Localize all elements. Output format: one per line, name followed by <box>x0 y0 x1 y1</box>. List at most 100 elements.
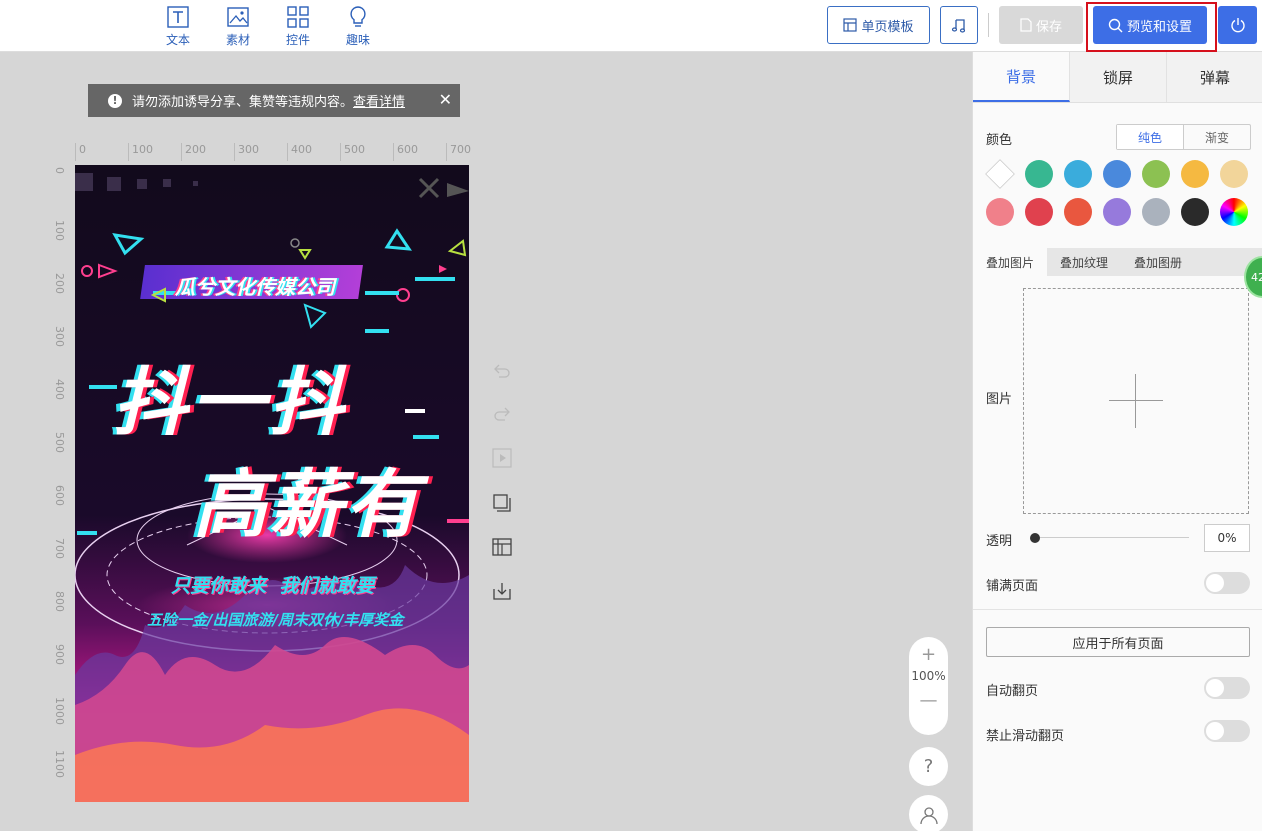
fun-tool-button[interactable]: 趣味 <box>338 6 378 48</box>
redo-button[interactable] <box>491 403 513 425</box>
image-icon <box>227 7 249 27</box>
fun-tool-label: 趣味 <box>345 33 370 47</box>
swatch-sky[interactable] <box>1064 160 1092 188</box>
ruler-tick: 300 <box>53 326 66 347</box>
text-tool-label: 文本 <box>165 33 190 47</box>
panel-divider <box>973 609 1262 610</box>
opacity-value-input[interactable]: 0% <box>1204 524 1250 552</box>
swatch-pink[interactable] <box>986 198 1014 226</box>
single-page-template-button[interactable]: 单页模板 <box>827 6 930 44</box>
help-button[interactable]: ? <box>909 747 948 786</box>
save-button[interactable]: 保存 <box>999 6 1083 44</box>
swatch-vermilion[interactable] <box>1064 198 1092 226</box>
undo-button[interactable] <box>491 360 513 382</box>
gradient-option[interactable]: 渐变 <box>1184 125 1250 149</box>
swatch-red[interactable] <box>1025 198 1053 226</box>
plus-icon <box>1109 400 1163 401</box>
exit-button[interactable] <box>1218 6 1257 44</box>
poster-canvas[interactable]: 瓜兮文化传媒公司 抖一抖 高薪有 只要你敢来 我们就敢要 五险一金/出国旅游/周… <box>75 165 469 802</box>
ruler-tick: 400 <box>53 379 66 400</box>
swatch-teal[interactable] <box>1025 160 1053 188</box>
swatch-black[interactable] <box>1181 198 1209 226</box>
tab-lockscreen[interactable]: 锁屏 <box>1070 52 1167 102</box>
ruler-tick: 200 <box>53 273 66 294</box>
ruler-tick: 500 <box>340 143 365 161</box>
ruler-tick: 700 <box>446 143 471 161</box>
template-label: 单页模板 <box>861 19 914 35</box>
text-tool-button[interactable]: 文本 <box>158 6 198 48</box>
ruler-tick: 300 <box>234 143 259 161</box>
poster-headline-2[interactable]: 高薪有 <box>193 445 421 552</box>
auto-flip-toggle[interactable] <box>1204 677 1250 699</box>
custom-color-picker-icon[interactable] <box>1220 198 1248 226</box>
template-icon <box>843 18 858 32</box>
ruler-tick: 1100 <box>53 750 66 778</box>
overlay-tabs: 叠加图片 叠加纹理 叠加图册 <box>973 248 1262 276</box>
horizontal-ruler: 0 100 200 300 400 500 600 700 <box>75 143 471 161</box>
layout-grid-button[interactable] <box>491 536 513 558</box>
ruler-tick: 700 <box>53 538 66 559</box>
swatch-sand[interactable] <box>1220 160 1248 188</box>
swatch-orange[interactable] <box>1181 160 1209 188</box>
save-label: 保存 <box>1035 19 1062 35</box>
fill-page-toggle[interactable] <box>1204 572 1250 594</box>
help-icon: ? <box>923 756 934 777</box>
top-toolbar: 文本 素材 控件 趣味 单页模板 保存 预览和设置 <box>0 0 1262 52</box>
swatch-blue[interactable] <box>1103 160 1131 188</box>
ruler-tick: 600 <box>393 143 418 161</box>
download-icon <box>493 583 511 600</box>
highlight-box <box>1086 2 1217 52</box>
zoom-out-button[interactable]: — <box>909 683 948 715</box>
swatch-purple[interactable] <box>1103 198 1131 226</box>
swatch-white[interactable] <box>985 159 1015 189</box>
account-button[interactable] <box>909 795 948 831</box>
opacity-slider-track[interactable] <box>1034 537 1189 538</box>
auto-flip-label: 自动翻页 <box>986 684 1039 699</box>
toolbar-divider <box>988 13 989 37</box>
poster-company-name[interactable]: 瓜兮文化传媒公司 <box>175 271 335 300</box>
music-button[interactable] <box>940 6 978 44</box>
play-icon <box>492 448 512 468</box>
play-animation-button[interactable] <box>491 447 513 469</box>
swatch-gray[interactable] <box>1142 198 1170 226</box>
tab-overlay-texture[interactable]: 叠加纹理 <box>1047 248 1121 276</box>
ruler-tick: 100 <box>53 220 66 241</box>
zoom-in-button[interactable]: + <box>909 637 948 669</box>
vertical-ruler: 0 100 200 300 400 500 600 700 800 900 10… <box>52 165 70 805</box>
undo-icon <box>494 364 510 378</box>
copy-page-button[interactable] <box>491 492 513 514</box>
widget-tool-label: 控件 <box>285 33 310 47</box>
grid-icon <box>492 538 512 556</box>
solid-color-option[interactable]: 纯色 <box>1117 125 1184 149</box>
tab-background[interactable]: 背景 <box>973 52 1070 102</box>
poster-benefits[interactable]: 五险一金/出国旅游/周末双休/丰厚奖金 <box>147 609 403 630</box>
ruler-tick: 0 <box>75 143 86 161</box>
tab-overlay-image[interactable]: 叠加图片 <box>973 248 1048 276</box>
notice-detail-link[interactable]: 查看详情 <box>353 91 405 110</box>
poster-slogan[interactable]: 只要你敢来 我们就敢要 <box>171 571 374 598</box>
ruler-tick: 600 <box>53 485 66 506</box>
material-tool-button[interactable]: 素材 <box>218 6 258 48</box>
ruler-tick: 500 <box>53 432 66 453</box>
warning-icon: ! <box>108 93 122 108</box>
fill-page-label: 铺满页面 <box>986 579 1039 594</box>
bulb-icon <box>350 6 366 27</box>
import-button[interactable] <box>491 580 513 602</box>
document-icon <box>1020 18 1032 32</box>
poster-headline-1[interactable]: 抖一抖 <box>113 343 347 450</box>
image-upload-area[interactable] <box>1023 288 1249 514</box>
tab-danmaku[interactable]: 弹幕 <box>1167 52 1262 102</box>
swatch-green[interactable] <box>1142 160 1170 188</box>
apply-all-pages-button[interactable]: 应用于所有页面 <box>986 627 1250 657</box>
user-icon <box>919 806 938 824</box>
ruler-tick: 400 <box>287 143 312 161</box>
opacity-slider-handle[interactable] <box>1030 533 1040 543</box>
tab-overlay-album[interactable]: 叠加图册 <box>1121 248 1195 276</box>
widget-tool-button[interactable]: 控件 <box>278 6 318 48</box>
close-icon[interactable]: ✕ <box>439 90 452 109</box>
no-swipe-label: 禁止滑动翻页 <box>986 729 1065 744</box>
zoom-control: + 100% — <box>909 637 948 735</box>
no-swipe-toggle[interactable] <box>1204 720 1250 742</box>
ruler-tick: 800 <box>53 591 66 612</box>
music-note-icon <box>951 19 966 33</box>
